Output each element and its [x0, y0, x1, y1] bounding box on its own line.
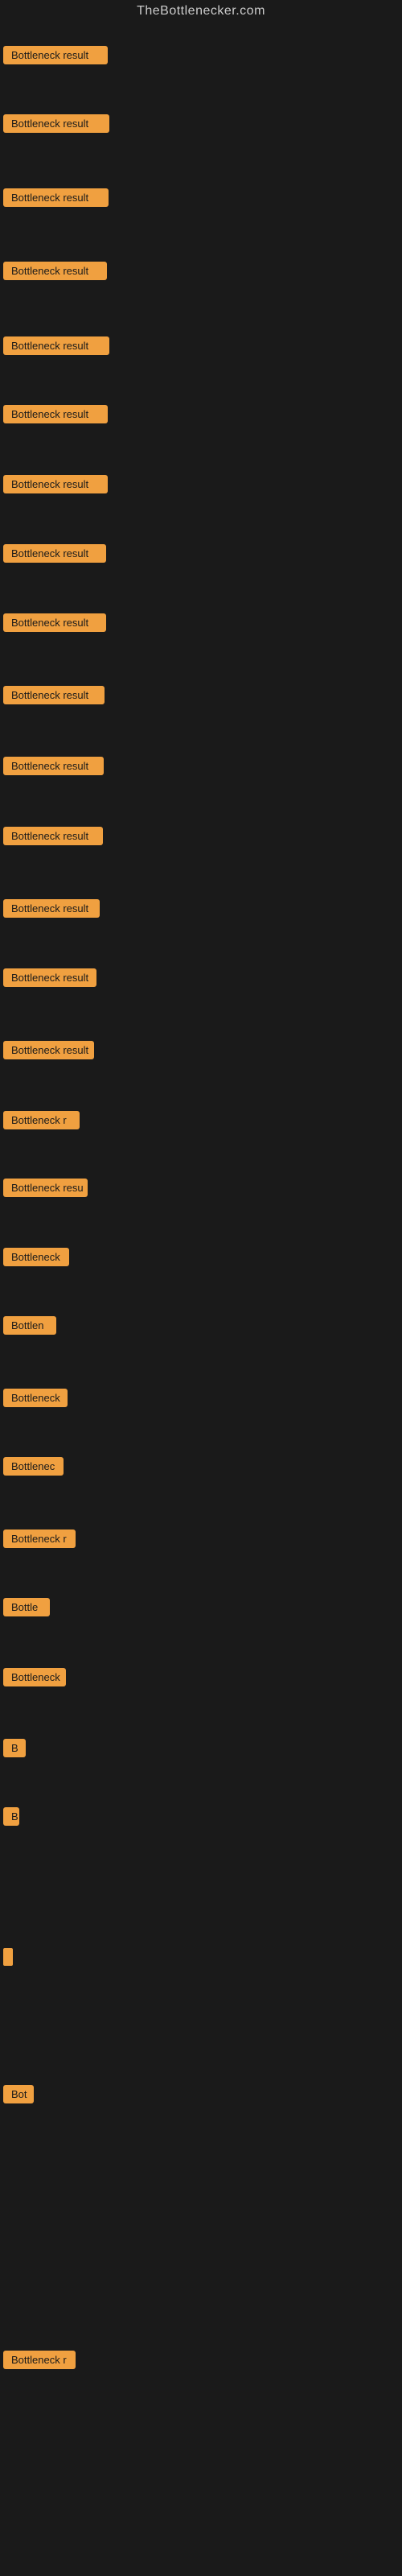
bottleneck-row: Bottleneck resu	[3, 1179, 88, 1201]
bottleneck-label	[3, 1948, 13, 1966]
bottleneck-row: B	[3, 1739, 26, 1761]
bottleneck-row: Bottleneck result	[3, 827, 103, 849]
bottleneck-label: Bottleneck result	[3, 336, 109, 355]
bottleneck-row: Bottleneck result	[3, 188, 109, 211]
bottleneck-row: Bottleneck	[3, 1248, 69, 1270]
bottleneck-label: Bottleneck result	[3, 188, 109, 207]
bottleneck-label: Bottleneck result	[3, 827, 103, 845]
bottleneck-row: Bottleneck result	[3, 968, 96, 991]
bottleneck-label: Bottleneck result	[3, 475, 108, 493]
bottleneck-row: Bot	[3, 2085, 34, 2107]
bottleneck-row: Bottleneck result	[3, 686, 105, 708]
bottleneck-label: Bottleneck result	[3, 262, 107, 280]
bottleneck-row: Bottleneck result	[3, 613, 106, 636]
bottleneck-label: Bottleneck resu	[3, 1179, 88, 1197]
bottleneck-row: Bottleneck result	[3, 1041, 94, 1063]
bottleneck-label: Bot	[3, 2085, 34, 2103]
bottleneck-label: B	[3, 1807, 19, 1826]
bottleneck-row: Bottlen	[3, 1316, 56, 1339]
bottleneck-label: Bottleneck r	[3, 2351, 76, 2369]
bottleneck-row: Bottleneck result	[3, 899, 100, 922]
bottleneck-label: Bottleneck result	[3, 968, 96, 987]
bottleneck-label: Bottleneck result	[3, 686, 105, 704]
bottleneck-row: Bottle	[3, 1598, 50, 1620]
bottleneck-label: Bottleneck r	[3, 1111, 80, 1129]
bottleneck-label: Bottleneck result	[3, 1041, 94, 1059]
bottleneck-label: Bottleneck result	[3, 757, 104, 775]
bottleneck-label: Bottleneck result	[3, 46, 108, 64]
bottleneck-row: Bottleneck result	[3, 475, 108, 497]
bottleneck-label: Bottlen	[3, 1316, 56, 1335]
bottleneck-label: Bottlenec	[3, 1457, 64, 1476]
bottleneck-row: Bottlenec	[3, 1457, 64, 1480]
bottleneck-row: Bottleneck r	[3, 1111, 80, 1133]
bottleneck-label: Bottleneck result	[3, 544, 106, 563]
bottleneck-label: Bottleneck result	[3, 613, 106, 632]
bottleneck-row: Bottleneck result	[3, 262, 107, 284]
bottleneck-label: Bottleneck result	[3, 405, 108, 423]
bottleneck-row: Bottleneck result	[3, 405, 108, 427]
bottleneck-row: Bottleneck result	[3, 46, 108, 68]
bottleneck-label: Bottleneck	[3, 1389, 68, 1407]
site-title: TheBottlenecker.com	[137, 0, 265, 24]
bottleneck-label: B	[3, 1739, 26, 1757]
bottleneck-label: Bottle	[3, 1598, 50, 1616]
bottleneck-row: Bottleneck	[3, 1389, 68, 1411]
bottleneck-row: Bottleneck result	[3, 114, 109, 137]
site-header: TheBottlenecker.com	[0, 4, 402, 19]
bottleneck-row: Bottleneck result	[3, 757, 104, 779]
bottleneck-label: Bottleneck r	[3, 1530, 76, 1548]
bottleneck-row: Bottleneck r	[3, 2351, 76, 2373]
bottleneck-label: Bottleneck	[3, 1248, 69, 1266]
bottleneck-row: Bottleneck	[3, 1668, 66, 1690]
bottleneck-label: Bottleneck result	[3, 899, 100, 918]
bottleneck-row: B	[3, 1807, 19, 1830]
bottleneck-label: Bottleneck result	[3, 114, 109, 133]
bottleneck-row: Bottleneck r	[3, 1530, 76, 1552]
bottleneck-row: Bottleneck result	[3, 544, 106, 567]
bottleneck-row: Bottleneck result	[3, 336, 109, 359]
bottleneck-label: Bottleneck	[3, 1668, 66, 1686]
